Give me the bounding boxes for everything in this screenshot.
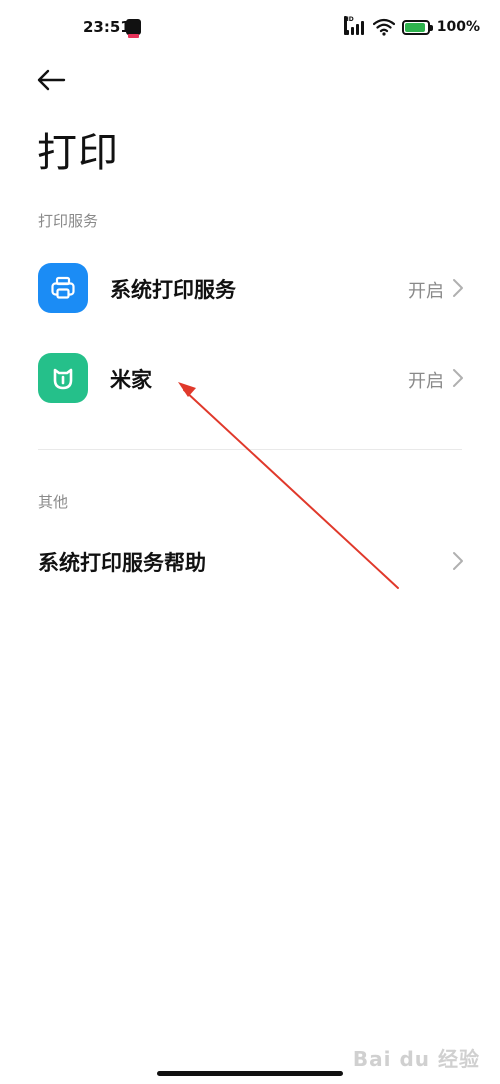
system-print-service-status: 开启 xyxy=(408,281,444,302)
chevron-right-icon xyxy=(453,369,463,387)
list-item-print-service-help[interactable]: 系统打印服务帮助 xyxy=(0,517,500,605)
section-divider xyxy=(38,449,462,450)
chevron-right-icon xyxy=(453,279,463,297)
battery-fill xyxy=(404,22,425,32)
mijia-app-icon xyxy=(38,353,88,403)
system-print-service-label: 系统打印服务 xyxy=(110,278,236,302)
battery-icon xyxy=(401,19,433,35)
home-indicator[interactable] xyxy=(157,1071,343,1076)
tiktok-notification-icon xyxy=(126,19,141,38)
back-button[interactable] xyxy=(34,64,68,96)
section-header-print-services: 打印服务 xyxy=(38,212,99,230)
status-icons: HD 100% xyxy=(343,16,480,38)
list-item-mijia[interactable]: 米家 开启 xyxy=(0,334,500,422)
list-item-system-print-service[interactable]: 系统打印服务 开启 xyxy=(0,244,500,332)
status-bar: 23:51 HD 100% xyxy=(0,0,500,58)
print-service-help-label: 系统打印服务帮助 xyxy=(38,551,206,575)
printer-icon xyxy=(51,276,75,299)
mijia-label: 米家 xyxy=(110,368,152,392)
cellular-signal-icon: HD xyxy=(343,16,366,35)
status-time: 23:51 xyxy=(83,18,131,36)
battery-percent: 100% xyxy=(436,19,480,35)
wifi-icon xyxy=(372,18,395,36)
chevron-right-icon xyxy=(453,552,463,570)
system-print-service-app-icon xyxy=(38,263,88,313)
page-title: 打印 xyxy=(37,130,119,176)
arrow-left-icon xyxy=(37,69,66,91)
mijia-icon xyxy=(53,368,73,390)
section-header-other: 其他 xyxy=(38,493,69,511)
baidu-watermark: Bai du 经验 xyxy=(352,1047,480,1071)
mijia-status: 开启 xyxy=(408,371,444,392)
